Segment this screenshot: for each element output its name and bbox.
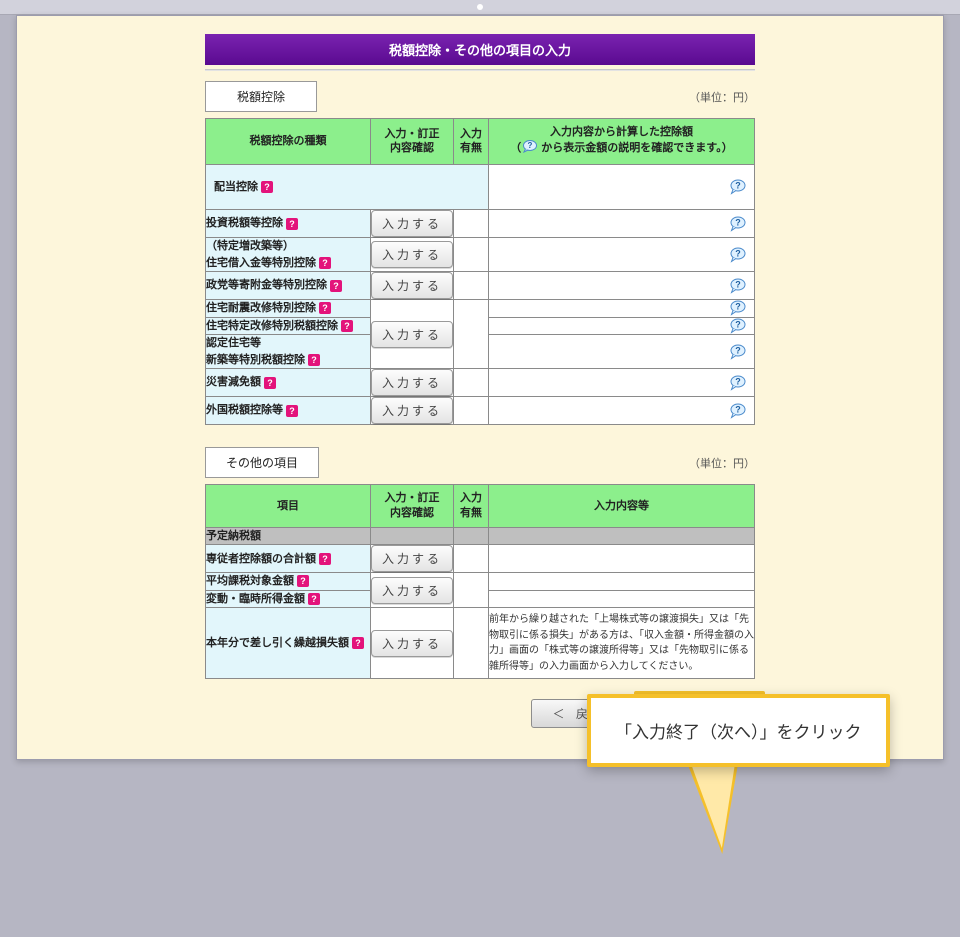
input-button[interactable]: 入力する xyxy=(371,241,453,268)
help-icon[interactable]: ? xyxy=(286,405,298,417)
th-type: 税額控除の種類 xyxy=(206,119,371,165)
table-row: 災害減免額? 入力する ? xyxy=(206,369,755,397)
th-flag: 入力 有無 xyxy=(454,485,489,528)
row-name: 住宅特定改修特別税額控除 xyxy=(206,320,338,332)
svg-text:?: ? xyxy=(528,141,533,150)
help-bubble-icon: ? xyxy=(523,140,539,158)
table-row: 配当控除? ? xyxy=(206,164,755,210)
row-name: 専従者控除額の合計額 xyxy=(206,553,316,565)
help-bubble-icon[interactable]: ? xyxy=(730,216,748,231)
th-amount: 入力内容から計算した控除額 （ ? から表示金額の説明を確認できます。） xyxy=(489,119,755,165)
row-name: 変動・臨時所得金額 xyxy=(206,593,305,605)
table-row: 外国税額控除等? 入力する ? xyxy=(206,397,755,425)
help-icon[interactable]: ? xyxy=(264,377,276,389)
input-button[interactable]: 入力する xyxy=(371,321,453,348)
table-row: 本年分で差し引く繰越損失額? 入力する 前年から繰り越された「上場株式等の譲渡損… xyxy=(206,608,755,679)
input-button[interactable]: 入力する xyxy=(371,397,453,424)
tax-deduction-table: 税額控除の種類 入力・訂正 内容確認 入力 有無 入力内容から計算した控除額 （… xyxy=(205,118,755,425)
help-icon[interactable]: ? xyxy=(261,181,273,193)
table-header-row: 税額控除の種類 入力・訂正 内容確認 入力 有無 入力内容から計算した控除額 （… xyxy=(206,119,755,165)
row-note: 前年から繰り越された「上場株式等の譲渡損失」又は「先物取引に係る損失」がある方は… xyxy=(489,608,755,679)
help-bubble-icon[interactable]: ? xyxy=(730,179,748,194)
svg-text:?: ? xyxy=(735,376,741,386)
th-amount-paren-text: から表示金額の説明を確認できます。） xyxy=(541,141,732,156)
help-icon[interactable]: ? xyxy=(319,257,331,269)
svg-text:?: ? xyxy=(735,279,741,289)
row-name: 災害減免額 xyxy=(206,376,261,388)
browser-dot-icon xyxy=(477,4,483,10)
section2-label: その他の項目 xyxy=(205,447,319,478)
table-row: （特定増改築等） 住宅借入金等特別控除? 入力する ? xyxy=(206,238,755,272)
table-row: 住宅耐震改修特別控除? 入力する ? xyxy=(206,300,755,318)
callout-tail-inner-icon xyxy=(688,756,746,848)
row-name: 政党等寄附金等特別控除 xyxy=(206,279,327,291)
svg-text:?: ? xyxy=(735,345,741,355)
th-confirm: 入力・訂正 内容確認 xyxy=(371,485,454,528)
row-name: （特定増改築等） 住宅借入金等特別控除 xyxy=(206,240,316,269)
table-row: 政党等寄附金等特別控除? 入力する ? xyxy=(206,272,755,300)
svg-text:?: ? xyxy=(735,319,741,329)
help-bubble-icon[interactable]: ? xyxy=(730,318,748,333)
input-button[interactable]: 入力する xyxy=(371,272,453,299)
browser-chrome xyxy=(0,0,960,15)
th-amount-paren-open: （ xyxy=(510,141,521,156)
help-icon[interactable]: ? xyxy=(308,354,320,366)
svg-text:?: ? xyxy=(735,217,741,227)
table-row: 平均課税対象金額? 入力する xyxy=(206,573,755,591)
th-confirm: 入力・訂正 内容確認 xyxy=(371,119,454,165)
th-flag: 入力 有無 xyxy=(454,119,489,165)
table-row: 投資税額等控除? 入力する ? xyxy=(206,210,755,238)
row-name: 配当控除 xyxy=(214,181,258,193)
help-bubble-icon[interactable]: ? xyxy=(730,278,748,293)
row-name: 本年分で差し引く繰越損失額 xyxy=(206,637,349,649)
table-header-row: 項目 入力・訂正 内容確認 入力 有無 入力内容等 xyxy=(206,485,755,528)
help-icon[interactable]: ? xyxy=(352,637,364,649)
input-button[interactable]: 入力する xyxy=(371,369,453,396)
section2-unit: （単位：円） xyxy=(689,455,755,471)
row-name: 予定納税額 xyxy=(206,530,261,542)
app-window: 税額控除・その他の項目の入力 税額控除 （単位：円） 税額控除の種類 入力・訂正… xyxy=(16,15,944,760)
input-button[interactable]: 入力する xyxy=(371,545,453,572)
help-icon[interactable]: ? xyxy=(319,553,331,565)
table-row: 予定納税額 xyxy=(206,527,755,545)
help-icon[interactable]: ? xyxy=(341,320,353,332)
help-bubble-icon[interactable]: ? xyxy=(730,403,748,418)
row-name: 認定住宅等 新築等特別税額控除 xyxy=(206,337,305,366)
title-divider xyxy=(205,69,755,71)
instruction-callout: 「入力終了（次へ）」をクリック xyxy=(587,694,890,767)
input-button[interactable]: 入力する xyxy=(371,210,453,237)
row-name: 住宅耐震改修特別控除 xyxy=(206,302,316,314)
input-button[interactable]: 入力する xyxy=(371,577,453,604)
th-item: 項目 xyxy=(206,485,371,528)
help-bubble-icon[interactable]: ? xyxy=(730,344,748,359)
svg-text:?: ? xyxy=(735,248,741,258)
help-bubble-icon[interactable]: ? xyxy=(730,301,748,316)
section1-label: 税額控除 xyxy=(205,81,317,112)
th-amount-line1: 入力内容から計算した控除額 xyxy=(493,125,750,140)
row-name: 外国税額控除等 xyxy=(206,404,283,416)
other-items-table: 項目 入力・訂正 内容確認 入力 有無 入力内容等 予定納税額 専従者控除額の合… xyxy=(205,484,755,679)
help-icon[interactable]: ? xyxy=(319,302,331,314)
svg-text:?: ? xyxy=(735,302,741,312)
help-bubble-icon[interactable]: ? xyxy=(730,375,748,390)
help-icon[interactable]: ? xyxy=(330,280,342,292)
input-button[interactable]: 入力する xyxy=(371,630,453,657)
help-icon[interactable]: ? xyxy=(286,218,298,230)
svg-text:?: ? xyxy=(735,404,741,414)
help-bubble-icon[interactable]: ? xyxy=(730,247,748,262)
row-name: 投資税額等控除 xyxy=(206,217,283,229)
svg-text:?: ? xyxy=(735,180,741,190)
section1-unit: （単位：円） xyxy=(689,89,755,105)
help-icon[interactable]: ? xyxy=(297,575,309,587)
table-row: 専従者控除額の合計額? 入力する xyxy=(206,545,755,573)
th-content: 入力内容等 xyxy=(489,485,755,528)
row-name: 平均課税対象金額 xyxy=(206,575,294,587)
page-title: 税額控除・その他の項目の入力 xyxy=(205,34,755,65)
help-icon[interactable]: ? xyxy=(308,593,320,605)
